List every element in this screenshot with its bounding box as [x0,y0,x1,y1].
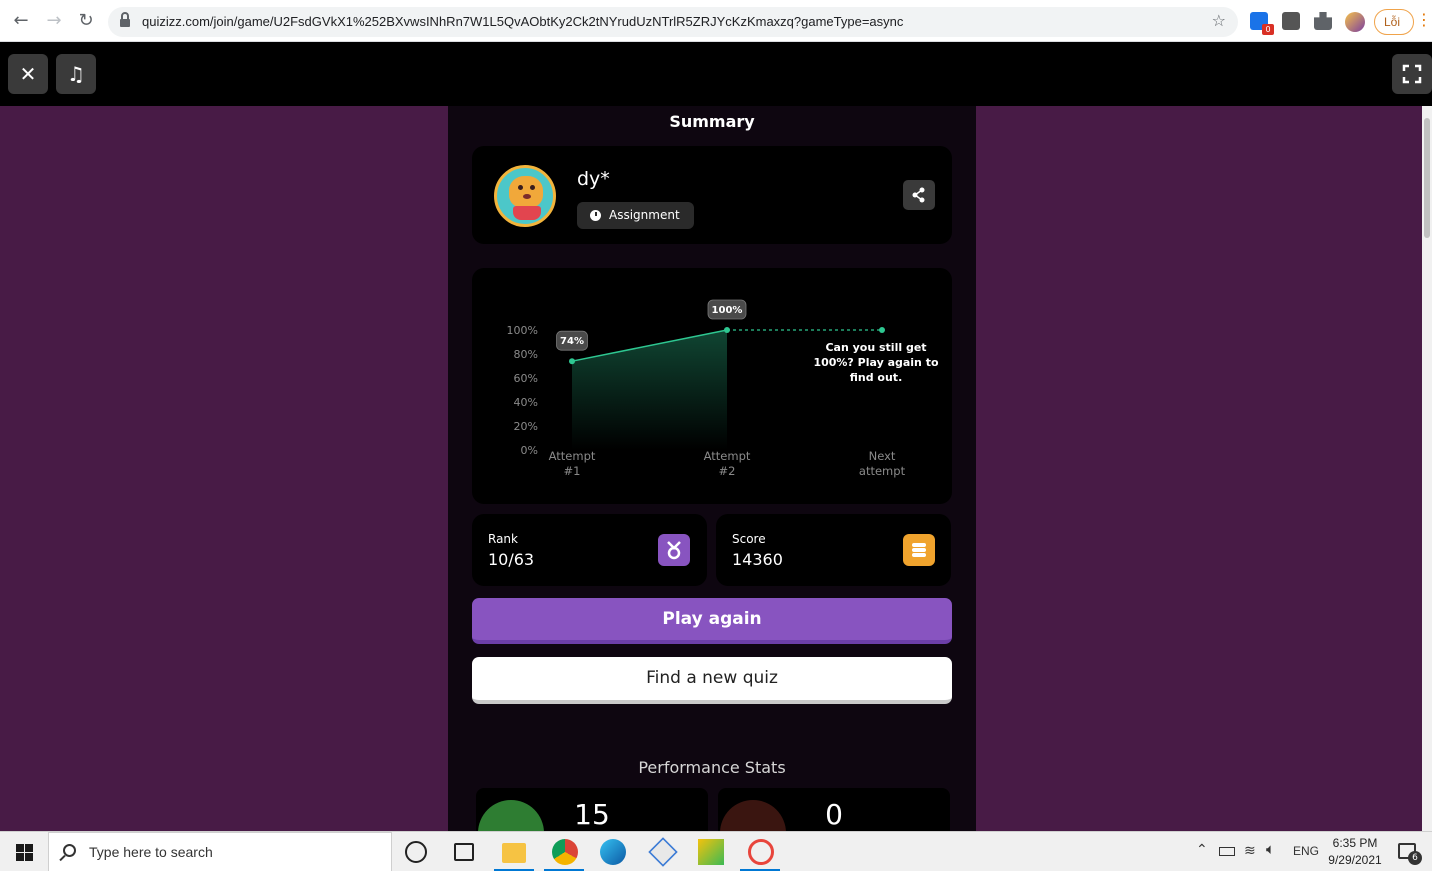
back-arrow-icon[interactable]: ← [9,9,33,33]
profile-avatar[interactable] [1345,12,1365,32]
chevron-up-icon[interactable]: ⌃ [1196,841,1208,858]
game-top-bar: ✕ ♫ [0,42,1432,106]
correct-count: 15 [574,798,610,831]
scrollbar-thumb[interactable] [1424,118,1430,238]
language-indicator[interactable]: ENG [1293,844,1319,858]
y-tick-label: 0% [521,444,538,457]
mode-label: Assignment [609,208,680,222]
rank-card: Rank 10/63 [472,514,707,586]
clock-time[interactable]: 6:35 PM [1330,836,1380,850]
score-label: Score [732,532,766,546]
puzzle-icon[interactable] [1314,12,1332,30]
play-again-button[interactable]: Play again [472,598,952,644]
y-tick-label: 40% [514,396,538,409]
coins-icon [903,534,935,566]
file-explorer-icon[interactable] [502,843,526,863]
data-point [569,358,575,365]
summary-panel: Summary dy* Assignment 100% 80% 60% 40% 20% 0 [448,106,976,831]
error-button[interactable]: Lỗi [1374,9,1414,35]
find-new-quiz-button[interactable]: Find a new quiz [472,657,952,704]
address-bar[interactable]: quizizz.com/join/game/U2FsdGVkX1%252BXvw… [108,7,1238,37]
app-icon-red[interactable] [748,839,774,865]
accuracy-chart: 100% 80% 60% 40% 20% 0% Attempt #1 Attempt #2 Next… [472,268,952,504]
score-card: Score 14360 [716,514,951,586]
share-icon [912,187,925,203]
chart-annotation: find out. [850,371,903,384]
chart-svg: 100%80%60%40%20%0% Attempt#1Attempt#2Next… [507,299,939,478]
app-icon[interactable] [698,839,724,865]
series-area [572,330,727,450]
notification-badge: 6 [1408,851,1422,865]
rank-label: Rank [488,532,518,546]
score-value: 14360 [732,550,783,569]
chrome-icon[interactable] [552,839,578,865]
page-title: Summary [669,112,755,131]
chart-annotation: 100%? Play again to [813,356,939,369]
data-label: 74% [560,336,584,347]
avatar [494,165,556,227]
kebab-menu-icon[interactable]: ⋮ [1416,10,1432,29]
y-tick-label: 80% [514,348,538,361]
task-view-icon[interactable] [454,843,474,861]
page-scrollbar[interactable] [1422,106,1432,831]
y-tick-label: 100% [507,324,538,337]
player-card: dy* Assignment [472,146,952,244]
projection-point [879,327,885,333]
correct-stat-card: 15 [476,788,708,831]
performance-stats-title: Performance Stats [638,758,786,777]
search-icon [63,844,76,857]
cortana-icon[interactable] [405,841,427,863]
wifi-icon[interactable]: ≋ [1244,842,1256,859]
medal-icon [658,534,690,566]
incorrect-count: 0 [825,798,843,831]
bookmark-star-icon[interactable]: ☆ [1212,11,1226,30]
volume-icon[interactable]: 🔈︎ [1266,841,1275,858]
close-icon[interactable]: ✕ [8,54,48,94]
windows-taskbar: Type here to search ⌃ ≋ 🔈︎ ENG 6:35 PM 9… [0,831,1432,871]
reload-icon[interactable]: ↻ [74,9,98,33]
forward-arrow-icon[interactable]: → [42,9,66,33]
y-tick-label: 60% [514,372,538,385]
x-tick-label: Attempt [704,449,751,463]
app-cube-icon[interactable] [648,837,678,867]
clock-icon [590,210,601,221]
taskbar-search[interactable]: Type here to search [48,832,392,871]
x-tick-label: #1 [564,464,581,478]
chart-annotation: Can you still get [825,341,926,354]
y-tick-label: 20% [514,420,538,433]
music-icon[interactable]: ♫ [56,54,96,94]
mode-badge: Assignment [577,202,694,229]
windows-start-icon[interactable] [16,844,33,861]
share-button[interactable] [903,180,935,210]
player-name: dy* [577,168,610,190]
x-tick-label: Attempt [549,449,596,463]
dictionary-extension-icon[interactable] [1282,12,1300,30]
battery-icon[interactable] [1219,847,1235,856]
data-label: 100% [712,305,743,316]
lock-icon [120,12,130,27]
x-tick-label: #2 [719,464,736,478]
browser-toolbar: ← → ↻ quizizz.com/join/game/U2FsdGVkX1%2… [0,0,1432,42]
rank-value: 10/63 [488,550,535,569]
fullscreen-icon[interactable] [1392,54,1432,94]
edge-icon[interactable] [600,839,626,865]
clock-date[interactable]: 9/29/2021 [1326,853,1384,867]
extension-badge: 0 [1262,24,1274,35]
data-point [724,327,730,333]
search-placeholder: Type here to search [89,844,213,860]
x-tick-label: attempt [859,464,906,478]
x-tick-label: Next [869,449,896,463]
url-text[interactable]: quizizz.com/join/game/U2FsdGVkX1%252BXvw… [142,14,903,29]
incorrect-stat-card: 0 [718,788,950,831]
